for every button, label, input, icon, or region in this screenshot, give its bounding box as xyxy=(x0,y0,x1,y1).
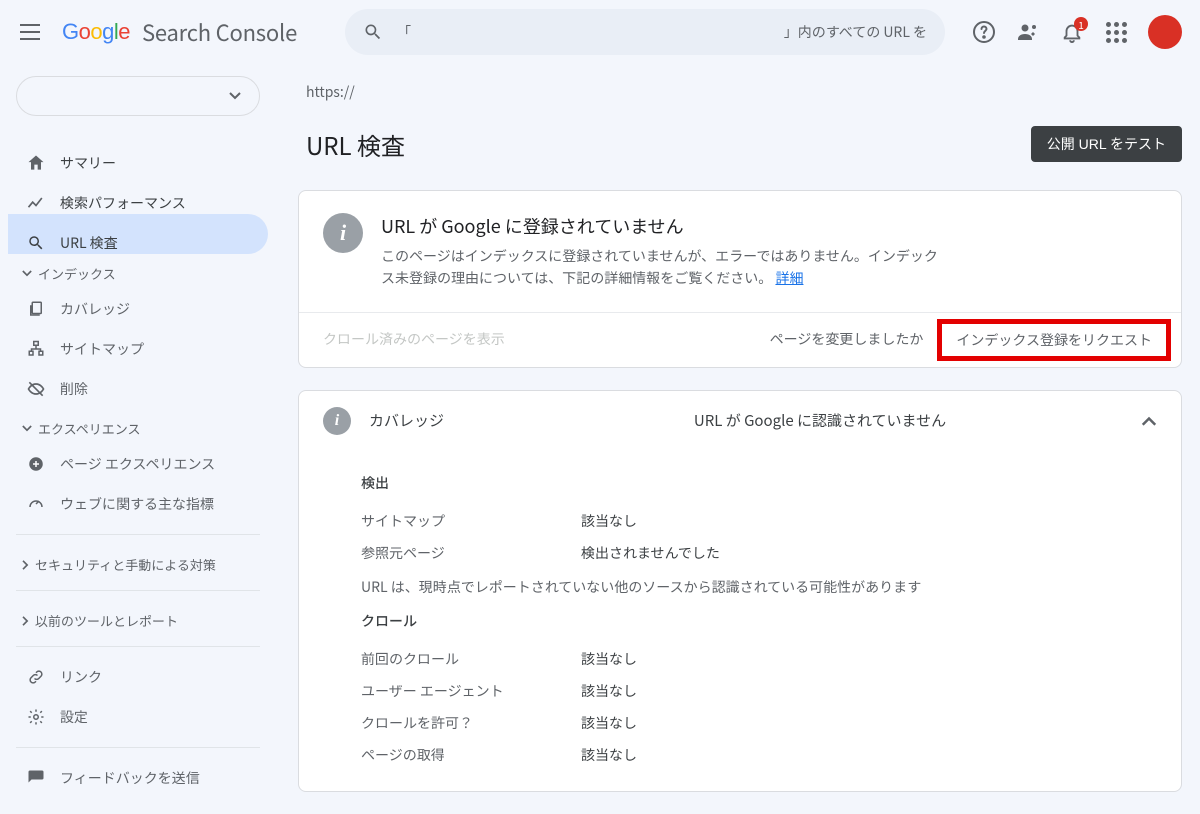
sidebar-label: 検索パフォーマンス xyxy=(60,193,186,213)
sidebar-item-performance[interactable]: 検索パフォーマンス xyxy=(8,174,268,214)
request-indexing-action[interactable]: インデックス登録をリクエスト xyxy=(956,330,1152,350)
user-management-icon xyxy=(1016,20,1040,44)
coverage-row: 前回のクロール 該当なし xyxy=(361,643,1157,675)
chevron-down-icon xyxy=(22,270,32,277)
speedometer-icon xyxy=(26,494,46,514)
sidebar-item-core-web-vitals[interactable]: ウェブに関する主な指標 xyxy=(8,484,268,524)
status-description: このページはインデックスに登録されていませんが、エラーではありません。インデック… xyxy=(381,245,941,290)
sidebar-label: URL 検査 xyxy=(60,233,118,253)
page-changed-action[interactable]: ページを変更しましたか xyxy=(770,329,924,351)
sidebar-item-page-experience[interactable]: ページ エクスペリエンス xyxy=(8,444,268,484)
chevron-up-icon xyxy=(1141,416,1157,426)
google-logo: Google xyxy=(62,19,130,45)
search-prefix: 「 xyxy=(397,22,411,42)
sidebar-item-removals[interactable]: 削除 xyxy=(8,369,268,409)
info-icon: i xyxy=(323,213,363,253)
breadcrumb: https:// xyxy=(298,82,1182,102)
info-icon: i xyxy=(323,407,351,435)
link-icon xyxy=(26,667,46,687)
pages-icon xyxy=(26,299,46,319)
crawl-section-title: クロール xyxy=(361,611,1157,631)
sidebar-item-sitemaps[interactable]: サイトマップ xyxy=(8,329,268,369)
status-title: URL が Google に登録されていません xyxy=(381,213,941,239)
sidebar-item-coverage[interactable]: カバレッジ xyxy=(8,289,268,329)
details-link[interactable]: 詳細 xyxy=(775,268,803,288)
hidden-icon xyxy=(26,379,46,399)
sidebar-label: カバレッジ xyxy=(60,299,130,319)
coverage-row: 参照元ページ 検出されませんでした xyxy=(361,537,1157,569)
coverage-row: クロールを許可？ 該当なし xyxy=(361,707,1157,739)
chevron-down-icon xyxy=(229,92,241,100)
test-live-url-button[interactable]: 公開 URL をテスト xyxy=(1031,126,1182,162)
sidebar-section-security[interactable]: セキュリティと手動による対策 xyxy=(8,545,268,580)
sidebar-label: サイトマップ xyxy=(60,339,144,359)
feedback-icon xyxy=(26,768,46,788)
sidebar-item-feedback[interactable]: フィードバックを送信 xyxy=(8,758,268,798)
highlight-annotation: インデックス登録をリクエスト xyxy=(937,319,1171,361)
sidebar-label: ウェブに関する主な指標 xyxy=(60,494,214,514)
sidebar-item-links[interactable]: リンク xyxy=(8,657,268,697)
notification-badge: 1 xyxy=(1074,17,1088,31)
hamburger-icon xyxy=(20,24,40,40)
chevron-down-icon xyxy=(22,425,32,432)
apps-icon xyxy=(1106,22,1127,43)
coverage-row: ページの取得 該当なし xyxy=(361,739,1157,771)
sidebar-label: 設定 xyxy=(60,707,88,727)
gear-icon xyxy=(26,707,46,727)
chevron-right-icon xyxy=(22,560,29,570)
sitemap-icon xyxy=(26,339,46,359)
menu-button[interactable] xyxy=(18,20,42,44)
sidebar-item-url-inspection[interactable]: URL 検査 xyxy=(8,214,268,254)
sidebar-label: ページ エクスペリエンス xyxy=(60,454,215,474)
coverage-status: URL が Google に認識されていません xyxy=(517,410,1123,431)
property-selector[interactable] xyxy=(16,76,260,116)
home-icon xyxy=(26,153,46,173)
sidebar-item-summary[interactable]: サマリー xyxy=(8,134,268,174)
apps-button[interactable] xyxy=(1104,20,1128,44)
user-management-button[interactable] xyxy=(1016,20,1040,44)
search-icon xyxy=(363,22,383,42)
sidebar-label: フィードバックを送信 xyxy=(60,768,200,788)
discovery-section-title: 検出 xyxy=(361,473,1157,493)
sidebar-label: 削除 xyxy=(60,379,88,399)
app-title: Search Console xyxy=(142,16,297,48)
help-button[interactable] xyxy=(972,20,996,44)
coverage-header[interactable]: i カバレッジ URL が Google に認識されていません xyxy=(299,391,1181,451)
discovery-note: URL は、現時点でレポートされていない他のソースから認識されている可能性があり… xyxy=(361,577,1157,597)
sidebar-section-legacy[interactable]: 以前のツールとレポート xyxy=(8,601,268,636)
sidebar: サマリー 検索パフォーマンス URL 検査 インデックス カバレッジ xyxy=(0,64,280,814)
sidebar-item-settings[interactable]: 設定 xyxy=(8,697,268,737)
coverage-title: カバレッジ xyxy=(369,410,499,431)
account-avatar[interactable] xyxy=(1148,15,1182,49)
help-icon xyxy=(972,20,996,44)
circle-plus-icon xyxy=(26,454,46,474)
sidebar-label: リンク xyxy=(60,667,102,687)
notifications-button[interactable]: 1 xyxy=(1060,20,1084,44)
coverage-row: サイトマップ 該当なし xyxy=(361,505,1157,537)
sidebar-label: サマリー xyxy=(60,153,116,173)
coverage-card: i カバレッジ URL が Google に認識されていません 検出 サイトマッ… xyxy=(298,390,1182,792)
sidebar-section-index[interactable]: インデックス xyxy=(8,254,268,289)
trend-icon xyxy=(26,193,46,213)
search-suffix: 」内のすべての URL を xyxy=(784,22,927,42)
index-status-card: i URL が Google に登録されていません このページはインデックスに登… xyxy=(298,190,1182,368)
sidebar-section-experience[interactable]: エクスペリエンス xyxy=(8,409,268,444)
view-crawled-page-action: クロール済みのページを表示 xyxy=(323,329,505,351)
url-search-bar[interactable]: 「 」内のすべての URL を xyxy=(345,9,945,55)
search-icon xyxy=(26,233,46,253)
coverage-row: ユーザー エージェント 該当なし xyxy=(361,675,1157,707)
page-title: URL 検査 xyxy=(298,127,405,162)
chevron-right-icon xyxy=(22,616,29,626)
